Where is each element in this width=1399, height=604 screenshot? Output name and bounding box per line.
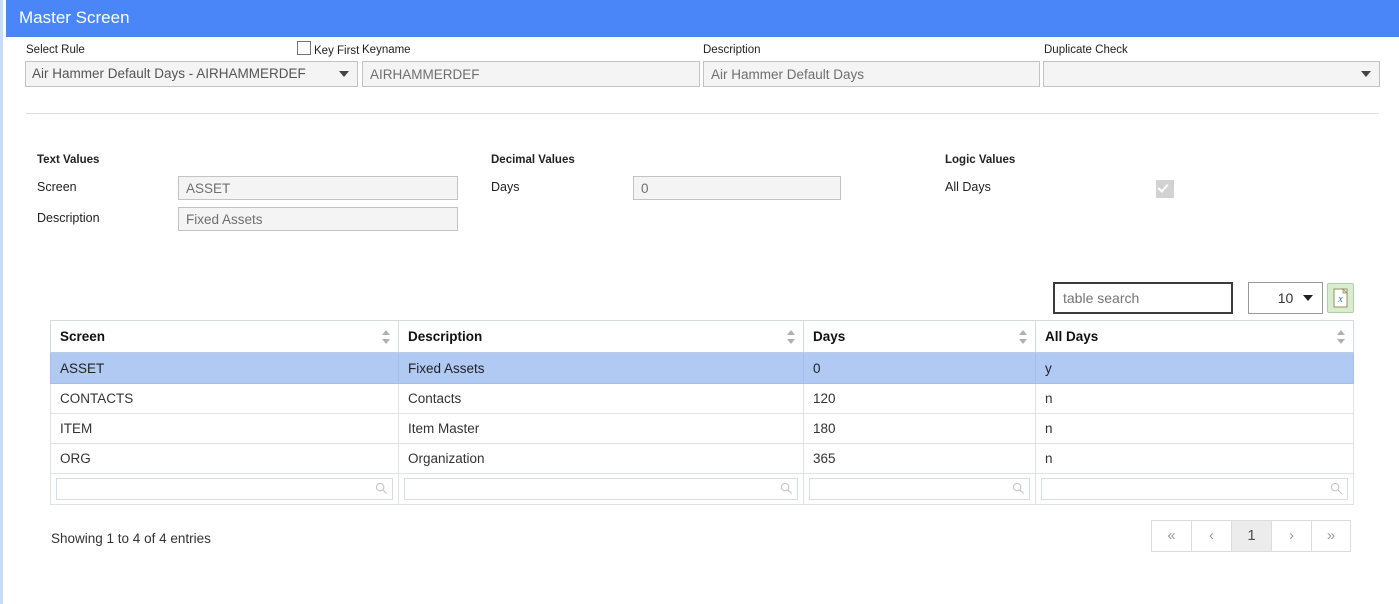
cell-all-days: y bbox=[1035, 352, 1354, 384]
filter-input-description[interactable] bbox=[404, 478, 798, 500]
filter-input-all-days[interactable] bbox=[1041, 478, 1348, 500]
page-root: Master Screen Select Rule Air Hammer Def… bbox=[0, 0, 1399, 604]
text-values-heading: Text Values bbox=[37, 154, 100, 166]
column-label: Screen bbox=[60, 329, 106, 344]
entries-info: Showing 1 to 4 of 4 entries bbox=[51, 531, 211, 546]
pagination-last[interactable]: » bbox=[1311, 520, 1351, 552]
filter-input-screen[interactable] bbox=[56, 478, 393, 500]
column-header-days[interactable]: Days bbox=[803, 320, 1036, 354]
table-search-input[interactable] bbox=[1053, 282, 1233, 314]
chevron-down-icon bbox=[1361, 71, 1371, 77]
column-label: Days bbox=[813, 329, 846, 344]
export-excel-button[interactable]: x bbox=[1327, 283, 1354, 313]
cell-all-days: n bbox=[1035, 383, 1354, 414]
duplicate-check-dropdown[interactable] bbox=[1043, 61, 1380, 87]
key-first-checkbox[interactable] bbox=[297, 41, 311, 55]
chevron-down-icon bbox=[1303, 295, 1313, 301]
cell-description: Item Master bbox=[398, 413, 804, 444]
excel-export-icon: x bbox=[1333, 288, 1348, 308]
sort-icon bbox=[1337, 329, 1346, 344]
cell-days: 120 bbox=[803, 383, 1036, 414]
all-days-checkbox bbox=[1156, 180, 1174, 198]
key-first-label: Key First bbox=[314, 45, 360, 57]
cell-screen: ORG bbox=[50, 443, 399, 474]
select-rule-label: Select Rule bbox=[26, 44, 85, 56]
sort-icon bbox=[1019, 329, 1028, 344]
days-label: Days bbox=[491, 180, 520, 194]
filter-input-days[interactable] bbox=[809, 478, 1030, 500]
days-input[interactable] bbox=[633, 176, 841, 200]
select-rule-value: Air Hammer Default Days - AIRHAMMERDEF bbox=[32, 66, 306, 81]
cell-days: 365 bbox=[803, 443, 1036, 474]
cell-all-days: n bbox=[1035, 413, 1354, 444]
column-header-screen[interactable]: Screen bbox=[50, 320, 399, 354]
select-rule-dropdown[interactable]: Air Hammer Default Days - AIRHAMMERDEF bbox=[25, 61, 358, 87]
table-row[interactable]: ASSET Fixed Assets 0 y bbox=[50, 352, 1354, 384]
description-label: Description bbox=[703, 44, 761, 56]
cell-description: Organization bbox=[398, 443, 804, 474]
table-row[interactable]: CONTACTS Contacts 120 n bbox=[50, 383, 1354, 414]
screen-label: Screen bbox=[37, 180, 77, 194]
column-header-all-days[interactable]: All Days bbox=[1035, 320, 1354, 354]
pagination-first[interactable]: « bbox=[1151, 520, 1191, 552]
chevron-down-icon bbox=[339, 71, 349, 77]
logic-values-heading: Logic Values bbox=[945, 154, 1016, 166]
keyname-input[interactable] bbox=[362, 61, 700, 87]
description-input[interactable] bbox=[703, 61, 1040, 87]
column-label: Description bbox=[408, 329, 483, 344]
section-divider bbox=[26, 113, 1379, 114]
table-row[interactable]: ORG Organization 365 n bbox=[50, 443, 1354, 474]
table-header-row: Screen Description Days All Days bbox=[50, 320, 1354, 354]
table-filter-row bbox=[50, 473, 1354, 505]
window-title-bar: Master Screen bbox=[6, 0, 1399, 37]
column-header-description[interactable]: Description bbox=[398, 320, 804, 354]
screen-input[interactable] bbox=[178, 176, 458, 200]
text-description-input[interactable] bbox=[178, 207, 458, 231]
cell-description: Fixed Assets bbox=[398, 352, 804, 384]
cell-days: 180 bbox=[803, 413, 1036, 444]
sort-icon bbox=[382, 329, 391, 344]
page-length-value: 10 bbox=[1277, 290, 1294, 306]
svg-text:x: x bbox=[1337, 294, 1343, 305]
decimal-values-heading: Decimal Values bbox=[491, 154, 575, 166]
page-title: Master Screen bbox=[19, 8, 130, 27]
pagination: « ‹ 1 › » bbox=[1151, 520, 1351, 552]
cell-screen: ASSET bbox=[50, 352, 399, 384]
column-label: All Days bbox=[1045, 329, 1099, 344]
cell-all-days: n bbox=[1035, 443, 1354, 474]
sort-icon bbox=[787, 329, 796, 344]
keyname-label: Keyname bbox=[362, 44, 411, 56]
text-description-label: Description bbox=[37, 211, 100, 225]
cell-screen: ITEM bbox=[50, 413, 399, 444]
pagination-previous[interactable]: ‹ bbox=[1191, 520, 1231, 552]
table-row[interactable]: ITEM Item Master 180 n bbox=[50, 413, 1354, 444]
cell-description: Contacts bbox=[398, 383, 804, 414]
all-days-label: All Days bbox=[945, 180, 991, 194]
duplicate-check-label: Duplicate Check bbox=[1044, 44, 1128, 56]
data-table: Screen Description Days All Days ASSET F… bbox=[50, 320, 1354, 505]
cell-screen: CONTACTS bbox=[50, 383, 399, 414]
pagination-next[interactable]: › bbox=[1271, 520, 1311, 552]
pagination-page-1[interactable]: 1 bbox=[1231, 520, 1271, 552]
cell-days: 0 bbox=[803, 352, 1036, 384]
page-length-select[interactable]: 10 bbox=[1248, 282, 1323, 314]
